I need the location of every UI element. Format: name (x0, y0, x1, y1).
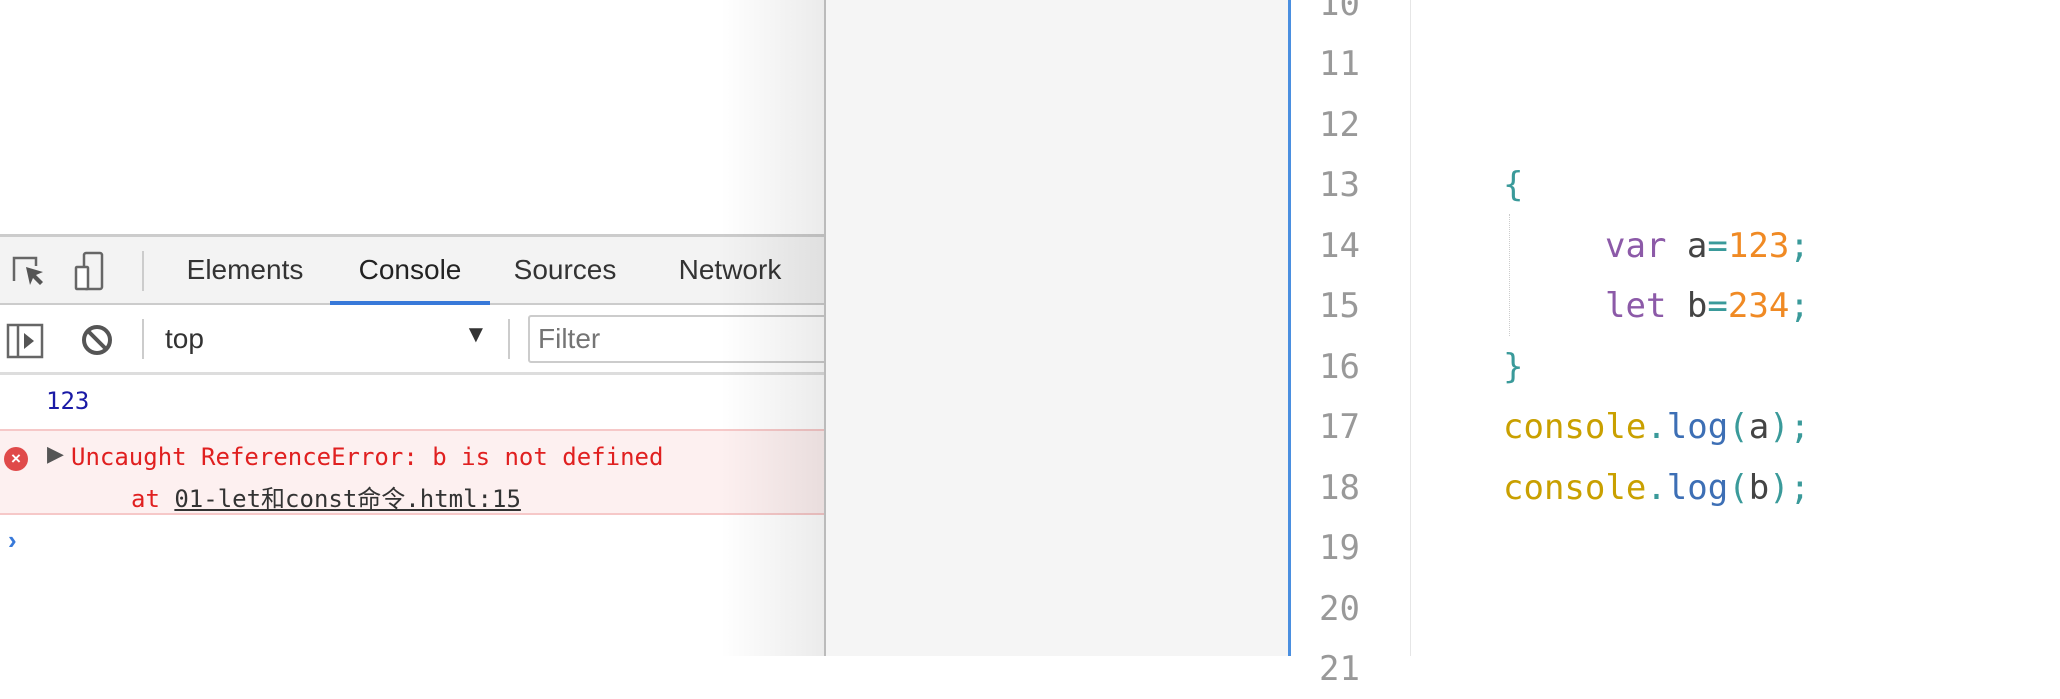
error-source-link[interactable]: 01-let和const命令.html:15 (174, 485, 521, 513)
dot: . (1646, 407, 1667, 447)
semicolon: ; (1789, 468, 1811, 508)
keyword: var (1605, 226, 1667, 266)
code-line-14: var a=123; (1605, 216, 1810, 276)
semicolon: ; (1789, 407, 1811, 447)
keyword: let (1605, 286, 1667, 326)
tab-console[interactable]: Console (330, 237, 490, 305)
context-selector[interactable]: top (165, 323, 204, 355)
code-line-15: let b=234; (1605, 276, 1810, 336)
code-line-18: console.log(b); (1503, 458, 1810, 518)
line-number: 17 (1319, 407, 1360, 447)
paren: ( (1728, 407, 1749, 447)
divider (142, 251, 144, 291)
error-stack-line: at 01-let和const命令.html:15 (131, 479, 521, 514)
argument: a (1748, 407, 1770, 447)
brace-close: } (1503, 347, 1524, 387)
console-prompt[interactable]: › (8, 525, 17, 556)
line-number: 21 (1319, 649, 1360, 689)
expand-triangle-icon[interactable]: ▶ (47, 441, 64, 467)
divider (508, 319, 510, 359)
object: console (1503, 407, 1647, 447)
operator: = (1707, 286, 1728, 326)
operator: = (1707, 226, 1728, 266)
line-number: 16 (1319, 347, 1360, 387)
code-line-16: } (1503, 337, 1523, 397)
paren: ) (1769, 407, 1790, 447)
number: 234 (1727, 286, 1790, 326)
error-icon: × (4, 447, 28, 471)
show-sidebar-icon[interactable] (6, 323, 44, 359)
line-number: 19 (1319, 528, 1360, 568)
paren: ) (1769, 468, 1790, 508)
line-number-gutter: 10 11 12 13 14 15 16 17 18 19 20 21 (1291, 0, 1411, 689)
divider (142, 319, 144, 359)
line-number: 13 (1319, 165, 1360, 205)
object: console (1503, 468, 1647, 508)
tab-elements[interactable]: Elements (170, 237, 320, 305)
error-at-label: at (131, 485, 175, 513)
dropdown-arrow-icon[interactable]: ▼ (464, 321, 488, 349)
console-error-row: × ▶ Uncaught ReferenceError: b is not de… (0, 429, 824, 515)
inspect-element-icon[interactable] (12, 255, 46, 289)
line-number: 12 (1319, 105, 1360, 145)
code-editor[interactable]: 10 11 12 13 14 15 16 17 18 19 20 21 { va… (1288, 0, 2060, 689)
empty-area (824, 0, 1288, 656)
number: 123 (1727, 226, 1790, 266)
brace-open: { (1503, 165, 1524, 205)
panel-shadow (720, 0, 824, 656)
function: log (1666, 468, 1729, 508)
device-toolbar-icon[interactable] (74, 251, 106, 293)
error-message: Uncaught ReferenceError: b is not define… (71, 443, 664, 471)
paren: ( (1728, 468, 1749, 508)
code-line-13: { (1503, 155, 1523, 215)
line-number: 11 (1319, 44, 1360, 84)
tab-sources[interactable]: Sources (500, 237, 630, 305)
line-number: 15 (1319, 286, 1360, 326)
semicolon: ; (1789, 226, 1810, 266)
clear-console-icon[interactable] (80, 323, 114, 357)
semicolon: ; (1789, 286, 1810, 326)
devtools-panel: Elements Console Sources Network top ▼ 1… (0, 234, 838, 656)
console-log-output: 123 (46, 387, 90, 415)
code-line-17: console.log(a); (1503, 397, 1810, 457)
identifier: a (1686, 226, 1708, 266)
line-number: 10 (1319, 0, 1360, 24)
line-number: 18 (1319, 468, 1360, 508)
identifier: b (1686, 286, 1708, 326)
argument: b (1748, 468, 1770, 508)
function: log (1666, 407, 1729, 447)
line-number: 14 (1319, 226, 1360, 266)
indent-guide (1509, 214, 1510, 336)
console-toolbar: top ▼ (0, 305, 838, 375)
line-number: 20 (1319, 589, 1360, 629)
dot: . (1646, 468, 1667, 508)
devtools-tab-bar: Elements Console Sources Network (0, 237, 824, 305)
